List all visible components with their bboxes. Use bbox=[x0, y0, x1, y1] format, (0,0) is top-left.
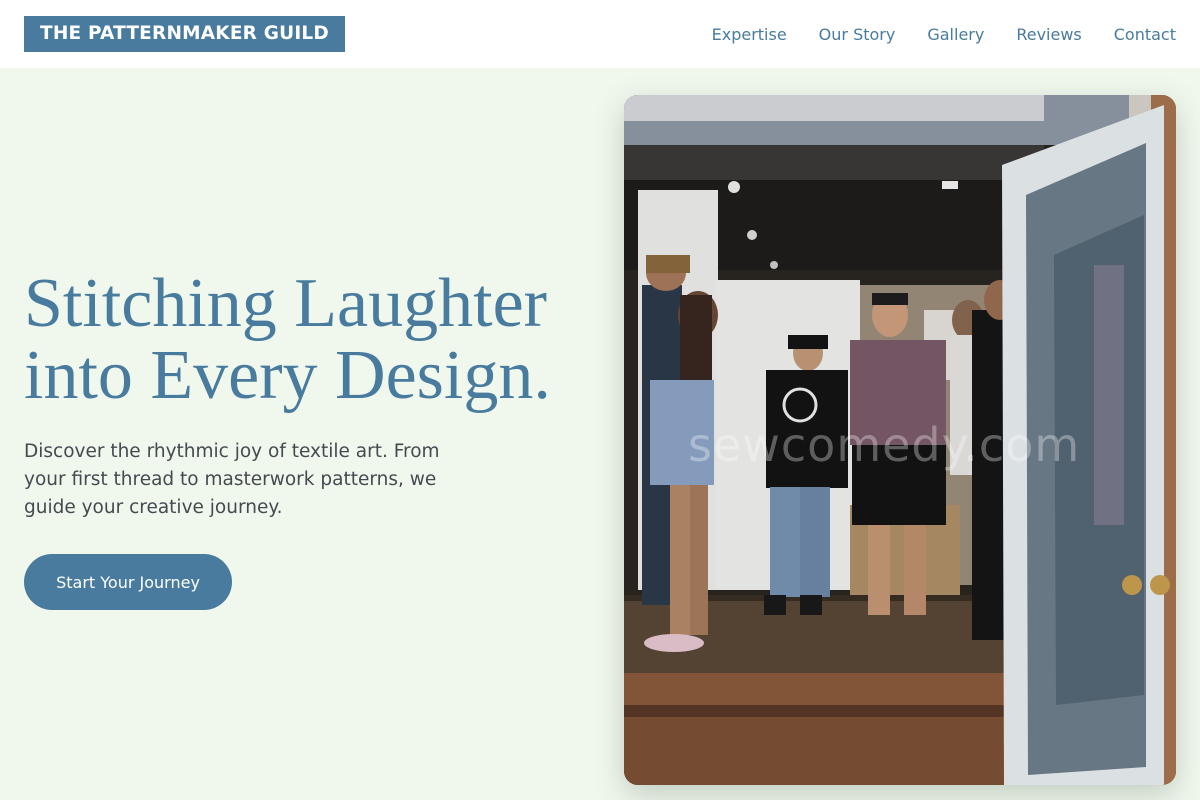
image-watermark: sewcomedy.com bbox=[688, 418, 1081, 472]
hero-title: Stitching Laughter into Every Design. bbox=[24, 268, 604, 412]
nav-link-reviews[interactable]: Reviews bbox=[1016, 25, 1081, 44]
nav-link-contact[interactable]: Contact bbox=[1114, 25, 1176, 44]
site-logo[interactable]: THE PATTERNMAKER GUILD bbox=[24, 16, 345, 52]
nav-link-expertise[interactable]: Expertise bbox=[712, 25, 787, 44]
hero-title-line-1: Stitching Laughter bbox=[24, 265, 547, 342]
site-header: THE PATTERNMAKER GUILD Expertise Our Sto… bbox=[0, 0, 1200, 68]
start-journey-button[interactable]: Start Your Journey bbox=[24, 554, 232, 610]
hero-title-line-2: into Every Design. bbox=[24, 337, 551, 414]
nav-link-gallery[interactable]: Gallery bbox=[927, 25, 984, 44]
main-nav: Expertise Our Story Gallery Reviews Cont… bbox=[712, 0, 1176, 68]
nav-link-our-story[interactable]: Our Story bbox=[819, 25, 896, 44]
hero-subtitle: Discover the rhythmic joy of textile art… bbox=[24, 441, 440, 518]
